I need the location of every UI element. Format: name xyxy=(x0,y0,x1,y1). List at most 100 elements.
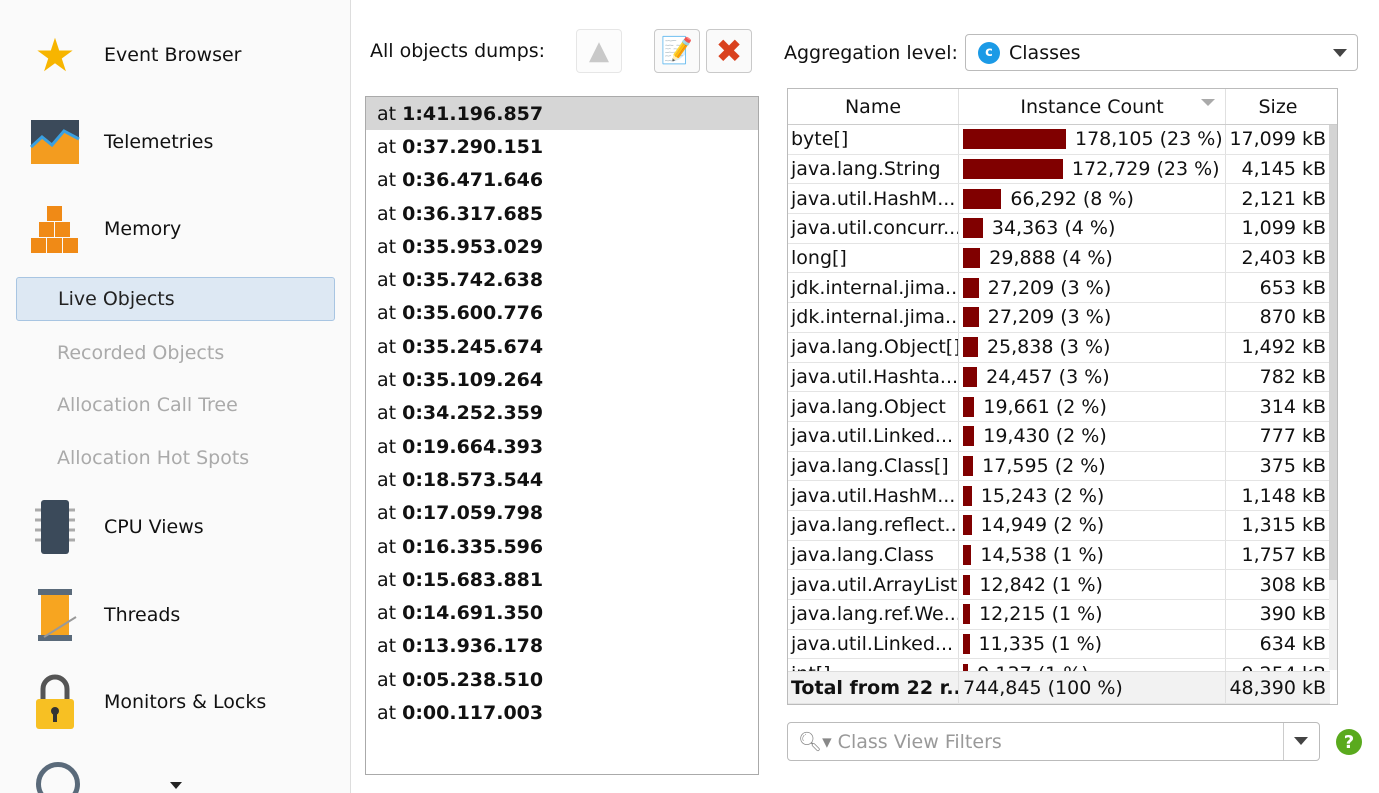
table-row[interactable]: java.lang.Class[] 17,595 (2 %) 375 kB xyxy=(788,451,1330,482)
sidebar-item-allocation-hot-spots[interactable]: Allocation Hot Spots xyxy=(16,436,335,480)
table-row[interactable]: java.util.HashM... 66,292 (8 %) 2,121 kB xyxy=(788,184,1330,215)
aggregation-panel: Aggregation level: c Classes Name Instanc… xyxy=(778,0,1379,793)
class-table: Name Instance Count Size byte[] 178,105 (… xyxy=(787,88,1338,705)
dump-item[interactable]: at 0:13.936.178 xyxy=(366,630,758,663)
column-header-instance-count[interactable]: Instance Count xyxy=(959,89,1226,124)
lock-icon xyxy=(26,673,84,731)
instance-count-cell: 27,209 (3 %) xyxy=(959,273,1226,303)
dump-item[interactable]: at 0:16.335.596 xyxy=(366,530,758,563)
dump-item[interactable]: at 0:35.742.638 xyxy=(366,263,758,296)
instance-count-cell: 66,292 (8 %) xyxy=(959,184,1226,214)
instance-count-bar xyxy=(963,277,979,298)
column-header-name[interactable]: Name xyxy=(788,89,959,124)
sidebar: ★ Event Browser Telemetries Memory Live O… xyxy=(0,0,351,793)
table-row[interactable]: long[] 29,888 (4 %) 2,403 kB xyxy=(788,243,1330,274)
help-icon[interactable]: ? xyxy=(1336,729,1362,755)
dump-prefix: at xyxy=(377,701,397,724)
instance-count-cell: 27,209 (3 %) xyxy=(959,303,1226,332)
dump-item[interactable]: at 0:36.471.646 xyxy=(366,164,758,197)
instance-count-cell: 14,538 (1 %) xyxy=(959,540,1226,570)
sidebar-item-cpu-views[interactable]: CPU Views xyxy=(26,497,204,557)
dump-item[interactable]: at 0:19.664.393 xyxy=(366,430,758,463)
dump-time: 0:15.683.881 xyxy=(402,568,544,591)
class-name: java.lang.Class[] xyxy=(788,451,959,481)
size-cell: 314 kB xyxy=(1259,395,1326,418)
dump-time: 0:16.335.596 xyxy=(402,535,544,558)
chevron-down-icon[interactable] xyxy=(170,782,182,789)
search-icon: 🔍︎▾ xyxy=(798,731,832,753)
sidebar-item-threads[interactable]: Threads xyxy=(26,585,180,645)
dumps-list[interactable]: at 1:41.196.857 at 0:37.290.151 at 0:36.471.6… xyxy=(365,96,759,775)
size-cell: 653 kB xyxy=(1259,276,1326,299)
dump-prefix: at xyxy=(377,502,397,525)
dump-time: 0:35.245.674 xyxy=(402,335,544,358)
dump-time: 0:34.252.359 xyxy=(402,402,544,425)
sidebar-item-monitors-locks[interactable]: Monitors & Locks xyxy=(26,672,266,732)
dump-item[interactable]: at 0:18.573.544 xyxy=(366,463,758,496)
dump-prefix: at xyxy=(377,335,397,358)
table-row[interactable]: byte[] 178,105 (23 %) 17,099 kB xyxy=(788,125,1330,155)
dump-time: 0:35.600.776 xyxy=(402,302,544,325)
sidebar-item-event-browser[interactable]: ★ Event Browser xyxy=(26,25,241,85)
table-row[interactable]: java.lang.ref.We... 12,215 (1 %) 390 kB xyxy=(788,600,1330,630)
dump-time: 0:37.290.151 xyxy=(402,135,544,158)
class-name: java.util.Linked... xyxy=(788,629,959,659)
dump-item[interactable]: at 0:17.059.798 xyxy=(366,497,758,530)
table-row[interactable]: java.util.HashM... 15,243 (2 %) 1,148 kB xyxy=(788,481,1330,511)
sidebar-item-recorded-objects[interactable]: Recorded Objects xyxy=(16,331,335,375)
table-row[interactable]: java.util.Hashta... 24,457 (3 %) 782 kB xyxy=(788,362,1330,393)
dump-item[interactable]: at 0:35.600.776 xyxy=(366,297,758,330)
table-row[interactable]: java.util.Linked... 11,335 (1 %) 634 kB xyxy=(788,629,1330,660)
size-cell: 782 kB xyxy=(1259,365,1326,388)
edit-button[interactable]: 📝 xyxy=(654,29,700,73)
instance-count-bar xyxy=(963,604,971,625)
size-cell: 777 kB xyxy=(1259,425,1326,448)
size-cell: 375 kB xyxy=(1259,454,1326,477)
table-row[interactable]: jdk.internal.jima... 27,209 (3 %) 870 kB xyxy=(788,303,1330,333)
dump-item[interactable]: at 0:05.238.510 xyxy=(366,663,758,696)
table-row[interactable]: java.util.Linked... 19,430 (2 %) 777 kB xyxy=(788,421,1330,452)
instance-count-cell: 29,888 (4 %) xyxy=(959,243,1226,273)
table-row[interactable]: java.lang.String 172,729 (23 %) 4,145 kB xyxy=(788,154,1330,185)
dump-item[interactable]: at 1:41.196.857 xyxy=(366,97,758,131)
dumps-title: All objects dumps: xyxy=(370,40,546,62)
dump-prefix: at xyxy=(377,468,397,491)
table-row[interactable]: java.lang.Object 19,661 (2 %) 314 kB xyxy=(788,392,1330,422)
table-row[interactable]: java.lang.Class 14,538 (1 %) 1,757 kB xyxy=(788,540,1330,571)
dump-item[interactable]: at 0:15.683.881 xyxy=(366,563,758,596)
dump-item[interactable]: at 0:34.252.359 xyxy=(366,397,758,430)
class-name: java.lang.String xyxy=(788,154,959,184)
aggregation-level-select[interactable]: c Classes xyxy=(965,34,1358,71)
delete-button[interactable]: ✖ xyxy=(706,29,752,73)
class-view-filter-input[interactable]: 🔍︎▾ Class View Filters xyxy=(787,722,1320,761)
dump-item[interactable]: at 0:35.953.029 xyxy=(366,230,758,263)
sidebar-item-allocation-call-tree[interactable]: Allocation Call Tree xyxy=(16,383,335,427)
size-cell: 1,148 kB xyxy=(1241,484,1326,507)
size-cell: 1,099 kB xyxy=(1241,217,1326,240)
class-name: jdk.internal.jima... xyxy=(788,303,959,332)
dump-item[interactable]: at 0:35.109.264 xyxy=(366,363,758,396)
scrollbar-thumb[interactable] xyxy=(1329,125,1337,580)
sidebar-item-telemetries[interactable]: Telemetries xyxy=(26,112,213,172)
dump-item[interactable]: at 0:00.117.003 xyxy=(366,696,758,729)
sidebar-item-live-objects[interactable]: Live Objects xyxy=(16,277,335,321)
table-row[interactable]: java.lang.Object[] 25,838 (3 %) 1,492 kB xyxy=(788,332,1330,363)
table-header: Name Instance Count Size xyxy=(788,89,1337,125)
dump-item[interactable]: at 0:36.317.685 xyxy=(366,197,758,230)
size-cell: 2,121 kB xyxy=(1241,187,1326,210)
table-row[interactable]: java.util.ArrayList 12,842 (1 %) 308 kB xyxy=(788,570,1330,600)
sidebar-item-memory[interactable]: Memory xyxy=(26,199,181,259)
dump-prefix: at xyxy=(377,202,397,225)
dump-item[interactable]: at 0:37.290.151 xyxy=(366,130,758,163)
filter-dropdown-button[interactable] xyxy=(1283,723,1319,760)
thread-spool-icon xyxy=(26,586,84,644)
table-row[interactable]: jdk.internal.jima... 27,209 (3 %) 653 kB xyxy=(788,273,1330,304)
take-dump-button[interactable]: ▲ xyxy=(576,29,622,73)
dump-time: 0:17.059.798 xyxy=(402,502,544,525)
vertical-scrollbar[interactable] xyxy=(1329,125,1337,670)
table-row[interactable]: java.lang.reflect.... 14,949 (2 %) 1,315 k… xyxy=(788,510,1330,541)
dump-item[interactable]: at 0:14.691.350 xyxy=(366,596,758,629)
table-row[interactable]: java.util.concurr... 34,363 (4 %) 1,099 kB xyxy=(788,214,1330,244)
column-header-size[interactable]: Size xyxy=(1226,89,1330,124)
dump-item[interactable]: at 0:35.245.674 xyxy=(366,330,758,363)
